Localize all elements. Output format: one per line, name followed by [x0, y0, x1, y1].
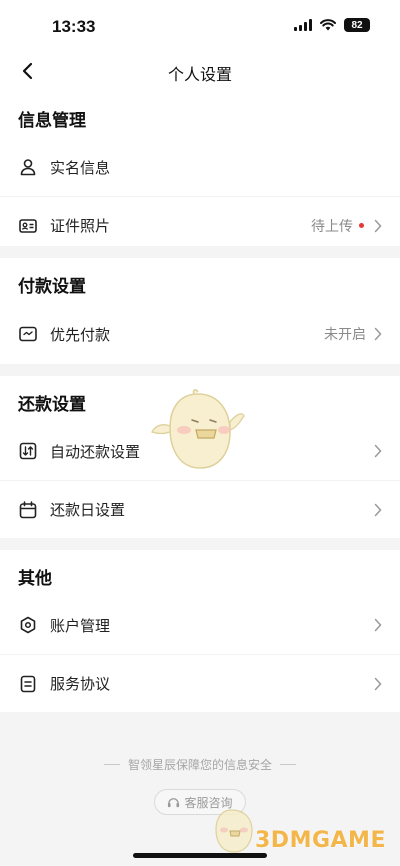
status-time: 13:33: [52, 17, 96, 36]
chevron-right-icon: [372, 443, 384, 459]
auto-repay-icon: [18, 441, 38, 461]
document-icon: [18, 674, 38, 694]
row-label: 还款日设置: [50, 502, 126, 519]
chevron-right-icon: [372, 218, 384, 234]
status-bar: 13:33 82: [0, 0, 400, 50]
row-label: 证件照片: [50, 218, 111, 235]
id-card-icon: [18, 216, 38, 236]
signal-icon: [294, 19, 312, 31]
row-label: 账户管理: [50, 617, 111, 635]
page-title: 个人设置: [167, 67, 232, 84]
chevron-right-icon: [372, 676, 384, 692]
battery-indicator: 82: [344, 18, 370, 32]
section-info-management: 信息管理 实名信息 证件照片 待上传: [0, 92, 400, 246]
payment-icon: [18, 324, 38, 344]
row-service-agreement[interactable]: 服务协议: [0, 654, 400, 712]
row-label: 实名信息: [50, 159, 111, 177]
row-real-name-info[interactable]: 实名信息: [0, 138, 400, 196]
security-note-text: 智领星辰保障您的信息安全: [127, 758, 272, 772]
row-repayment-day[interactable]: 还款日设置: [0, 480, 400, 538]
chevron-right-icon: [372, 617, 384, 633]
section-other: 其他 账户管理 服务协议: [0, 550, 400, 712]
upload-status: 待上传: [311, 217, 353, 234]
row-priority-payment[interactable]: 优先付款 未开启: [0, 304, 400, 364]
divider-line: [103, 764, 120, 765]
mascot-watermark-icon: [151, 389, 245, 469]
security-note: 智领星辰保障您的信息安全: [0, 756, 400, 773]
chevron-right-icon: [372, 326, 384, 342]
wifi-icon: [320, 19, 336, 31]
section-title: 其他: [18, 569, 52, 588]
person-icon: [18, 157, 38, 177]
priority-payment-status: 未开启: [324, 326, 366, 342]
notification-dot: [359, 223, 364, 228]
section-payment-settings: 付款设置 优先付款 未开启: [0, 258, 400, 364]
row-label: 服务协议: [50, 676, 111, 693]
section-title: 信息管理: [18, 111, 86, 130]
row-label: 优先付款: [50, 326, 111, 344]
mascot-logo-icon: [215, 809, 253, 853]
nav-bar: 个人设置: [0, 50, 400, 92]
home-indicator: [133, 853, 267, 858]
chevron-right-icon: [372, 502, 384, 518]
section-title: 付款设置: [18, 277, 86, 296]
calendar-icon: [18, 500, 38, 520]
headset-icon: [168, 797, 180, 807]
row-id-photo[interactable]: 证件照片 待上传: [0, 196, 400, 254]
divider-line: [280, 764, 296, 765]
site-watermark: 3DMGAME: [255, 828, 386, 853]
account-icon: [18, 615, 38, 635]
row-account-management[interactable]: 账户管理: [0, 596, 400, 654]
status-indicators: 82: [294, 18, 370, 32]
